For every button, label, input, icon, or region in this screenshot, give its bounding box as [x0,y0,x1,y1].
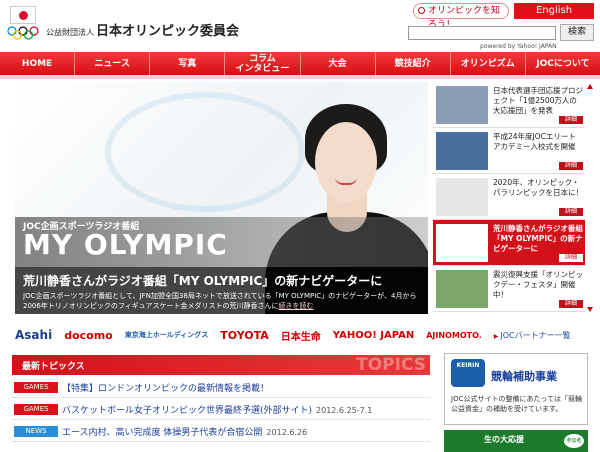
scroll-up-icon[interactable] [587,84,593,89]
hero-program-title: MY OLYMPIC [23,228,228,261]
olympic-rings-icon [7,26,39,40]
sponsor-bar: Asahi docomo 東京海上ホールディングス TOYOTA 日本生命 YAHOO! … [15,322,597,348]
feature-item[interactable]: 日本代表選手団応援プロジェクト「1億2500万人の大応援団」を発表 詳細 [433,82,585,128]
detail-button[interactable]: 詳細 [559,162,583,170]
nav-item[interactable]: JOCについて [526,52,600,75]
feature-text: 2020年、オリンピック・パラリンピックを日本に！ [493,178,583,197]
main-nav: HOME ニュース 写真 コラム インタビュー 大会 競技紹介 オリンピズム JOCについて [0,52,600,75]
site-title[interactable]: 公益財団法人 日本オリンピック委員会 [46,20,239,39]
feature-thumbnail [436,270,488,308]
keirin-note: JOC公式サイトの整備にあたっては「競輪公益資金」の補助を受けています。 [451,395,582,413]
keirin-title: 競輪補助事業 [491,370,557,383]
nav-item[interactable]: コラム インタビュー [225,52,301,75]
nav-item[interactable]: 写真 [150,52,226,75]
keirin-banner[interactable]: KEIRIN 競輪補助事業 JOC公式サイトの整備にあたっては「競輪公益資金」の… [444,353,588,425]
feature-thumbnail [436,178,488,216]
feature-scrollbar[interactable] [587,84,593,312]
hero-photo-face [315,122,377,202]
feature-item[interactable]: 平成24年度JOCエリートアカデミー入校式を開催詳細 [433,128,585,174]
feature-item[interactable]: 2020年、オリンピック・パラリンピックを日本に！ 詳細 [433,174,585,220]
page: 公益財団法人 日本オリンピック委員会 オリンピックを知ろう！ English 検索… [0,0,600,452]
topic-row[interactable]: NEWS エース内村、高い完成度 体操男子代表が合宿公開 2012.6.26 [12,422,430,442]
hero-headline[interactable]: 荒川静香さんがラジオ番組「MY OLYMPIC」の新ナビゲーターに [23,272,382,289]
topic-title: 【特集】ロンドンオリンピックの最新情報を掲載！ [62,384,270,394]
feature-thumbnail [436,224,488,262]
topic-row[interactable]: GAMES バスケットボール女子オリンピック世界最終予選(外部サイト) 2012.6… [12,400,430,420]
topic-date: 2012.6.25-7.1 [316,406,373,415]
org-prefix: 公益財団法人 [46,28,94,37]
hero-description: JOC企画スポーツラジオ番組として、JFN加盟全国38局ネットで放送されている「… [23,291,423,311]
topic-title: バスケットボール女子オリンピック世界最終予選(外部サイト) [62,406,313,416]
topic-date: 2012.6.26 [266,428,308,437]
feature-text: 荒川静香さんがラジオ番組「MY OLYMPIC」の新ナビゲーターに [493,224,583,253]
read-more-link[interactable]: 続きを読む [279,302,314,310]
feature-list: 日本代表選手団応援プロジェクト「1億2500万人の大応援団」を発表 詳細 平成24年… [433,82,585,314]
topic-link[interactable]: 【特集】ロンドンオリンピックの最新情報を掲載！ [62,381,273,394]
nav-item[interactable]: 大会 [301,52,376,75]
sponsor-logo[interactable]: TOYOTA [220,329,269,342]
nav-item[interactable]: 競技紹介 [376,52,451,75]
joc-logo[interactable] [6,6,40,42]
feature-text: 日本代表選手団応援プロジェクト「1億2500万人の大応援団」を発表 [493,86,583,115]
feature-item[interactable]: 震災復興支援「オリンピックデー・フェスタ」開催中！ 詳細 [433,266,585,312]
search-button[interactable]: 検索 [560,24,594,41]
feature-thumbnail [436,86,488,124]
lottery-banner[interactable]: 生の大応援 参加者 [444,430,588,452]
sponsor-logo[interactable]: 日本生命 [281,328,321,343]
search-input[interactable] [408,26,556,40]
topic-link[interactable]: エース内村、高い完成度 体操男子代表が合宿公開 2012.6.26 [62,425,307,438]
detail-button[interactable]: 詳細 [559,254,583,262]
category-badge: NEWS [14,426,58,437]
category-badge: GAMES [14,382,58,393]
topics-header: 最新トピックス TOPICS [12,355,430,375]
header: 公益財団法人 日本オリンピック委員会 オリンピックを知ろう！ English 検索… [0,0,600,52]
sponsor-logo[interactable]: 東京海上ホールディングス [125,330,209,340]
feature-thumbnail [436,132,488,170]
search-icon [418,7,425,14]
detail-button[interactable]: 詳細 [559,208,583,216]
feature-text: 平成24年度JOCエリートアカデミー入校式を開催 [493,132,576,151]
know-olympics-link[interactable]: オリンピックを知ろう！ [413,3,509,30]
topics-heading-en: TOPICS [356,355,426,375]
japan-flag-icon [10,6,36,24]
nav-item[interactable]: ニュース [75,52,151,75]
scroll-down-icon[interactable] [587,307,593,312]
topic-title: エース内村、高い完成度 体操男子代表が合宿公開 [62,428,263,438]
keirin-logo: KEIRIN [451,359,485,387]
lottery-badge: 参加者 [564,434,584,448]
sponsor-logo[interactable]: docomo [64,329,113,342]
hero-description-text: JOC企画スポーツラジオ番組として、JFN加盟全国38局ネットで放送されている「… [23,292,417,310]
org-name: 日本オリンピック委員会 [96,24,240,39]
detail-button[interactable]: 詳細 [559,300,583,308]
topic-link[interactable]: バスケットボール女子オリンピック世界最終予選(外部サイト) 2012.6.25-7… [62,403,372,416]
nav-item[interactable]: オリンピズム [451,52,526,75]
sponsor-logo[interactable]: AJINOMOTO. [426,331,482,340]
sponsor-logo[interactable]: Asahi [15,328,52,342]
sponsor-logo[interactable]: YAHOO! JAPAN [333,330,414,341]
topics-heading: 最新トピックス [22,362,85,372]
category-badge: GAMES [14,404,58,415]
lottery-text: 生の大応援 [484,435,524,444]
detail-button[interactable]: 詳細 [559,116,583,124]
feature-text: 震災復興支援「オリンピックデー・フェスタ」開催中！ [493,270,583,299]
partner-list-link[interactable]: JOCパートナー一覧 [494,330,570,341]
topic-row[interactable]: GAMES 【特集】ロンドンオリンピックの最新情報を掲載！ [12,378,430,398]
english-link[interactable]: English [514,3,594,19]
powered-by: powered by Yahoo! JAPAN [480,43,557,50]
nav-item[interactable]: HOME [0,52,76,75]
hero-background-swirl [105,92,305,212]
feature-item[interactable]: 荒川静香さんがラジオ番組「MY OLYMPIC」の新ナビゲーターに 詳細 [433,220,585,266]
nav-subbar [0,75,600,79]
hero-banner[interactable]: JOC企画スポーツラジオ番組 MY OLYMPIC 荒川静香さんがラジオ番組「M… [15,82,428,314]
